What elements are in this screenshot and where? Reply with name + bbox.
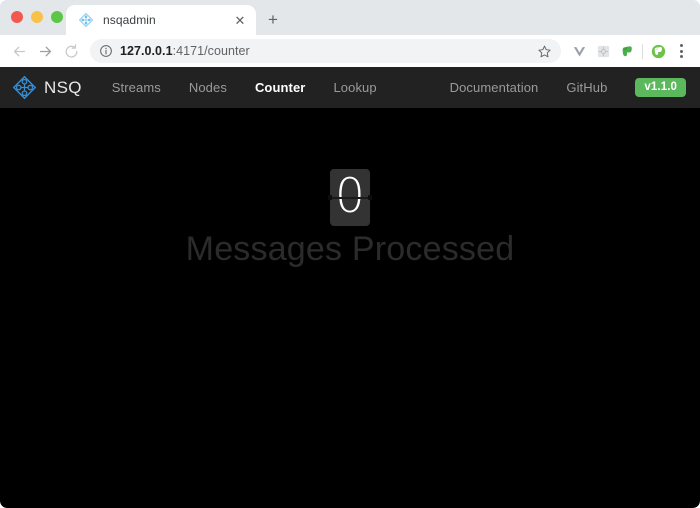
- url-path: :4171/counter: [172, 44, 250, 58]
- url-host: 127.0.0.1: [120, 44, 173, 58]
- toolbar-divider: [642, 43, 643, 59]
- nsq-diamond-icon: [78, 12, 94, 28]
- window-controls: [11, 11, 63, 23]
- menu-dot: [679, 55, 683, 58]
- counter-label: Messages Processed: [185, 230, 515, 268]
- address-bar[interactable]: 127.0.0.1:4171/counter: [90, 39, 561, 63]
- nav-link-nodes[interactable]: Nodes: [189, 80, 227, 95]
- version-badge: v1.1.0: [635, 78, 686, 97]
- flip-notch-right-icon: [368, 195, 372, 200]
- forward-button[interactable]: [32, 38, 58, 64]
- browser-window: nsqadmin ✕ + 127.0.0.1:4171/counter NSQ …: [0, 0, 700, 508]
- vuejs-devtools-icon[interactable]: [567, 39, 591, 63]
- brand-name: NSQ: [44, 77, 82, 97]
- close-window-button[interactable]: [11, 11, 23, 23]
- nsq-nav-links: Streams Nodes Counter Lookup: [112, 80, 377, 95]
- evernote-profile-icon[interactable]: [646, 39, 670, 63]
- extension-toolbar: [567, 39, 692, 63]
- info-circle-icon[interactable]: [99, 44, 113, 58]
- close-icon[interactable]: ✕: [232, 12, 248, 28]
- url-text: 127.0.0.1:4171/counter: [120, 44, 250, 58]
- nsq-logo-icon: [12, 75, 37, 100]
- flip-notch-left-icon: [328, 195, 332, 200]
- nav-link-lookup[interactable]: Lookup: [333, 80, 376, 95]
- evernote-clipper-icon[interactable]: [615, 39, 639, 63]
- menu-dot: [679, 44, 683, 47]
- minimize-window-button[interactable]: [31, 11, 43, 23]
- reload-arrow-icon: [65, 43, 77, 58]
- tab-strip: nsqadmin ✕ +: [0, 0, 700, 35]
- nav-link-github[interactable]: GitHub: [566, 80, 607, 95]
- nsq-navbar: NSQ Streams Nodes Counter Lookup Documen…: [0, 67, 700, 108]
- puzzle-extensions-icon[interactable]: [591, 39, 615, 63]
- forward-arrow-icon: [39, 46, 51, 56]
- reload-button[interactable]: [58, 38, 84, 64]
- flip-split-line: [330, 196, 370, 199]
- new-tab-button[interactable]: +: [262, 8, 284, 30]
- tab-title: nsqadmin: [103, 13, 156, 27]
- browser-toolbar: 127.0.0.1:4171/counter: [0, 35, 700, 67]
- page-content: NSQ Streams Nodes Counter Lookup Documen…: [0, 67, 700, 508]
- flip-counter: 0: [0, 169, 700, 226]
- menu-dot: [679, 49, 683, 53]
- counter-area: 0 Messages Processed: [0, 108, 700, 508]
- nav-link-streams[interactable]: Streams: [112, 80, 161, 95]
- brand-home-link[interactable]: NSQ: [12, 75, 82, 100]
- chrome-menu-button[interactable]: [670, 39, 692, 63]
- back-button[interactable]: [6, 38, 32, 64]
- nav-link-documentation[interactable]: Documentation: [450, 80, 539, 95]
- nsq-nav-right: Documentation GitHub v1.1.0: [450, 78, 686, 97]
- browser-tab-nsqadmin[interactable]: nsqadmin ✕: [66, 5, 256, 35]
- nav-link-counter[interactable]: Counter: [255, 80, 306, 95]
- bookmark-star-icon[interactable]: [536, 43, 552, 59]
- flip-digit-card: 0: [328, 169, 372, 226]
- maximize-window-button[interactable]: [51, 11, 63, 23]
- back-arrow-icon: [13, 46, 25, 56]
